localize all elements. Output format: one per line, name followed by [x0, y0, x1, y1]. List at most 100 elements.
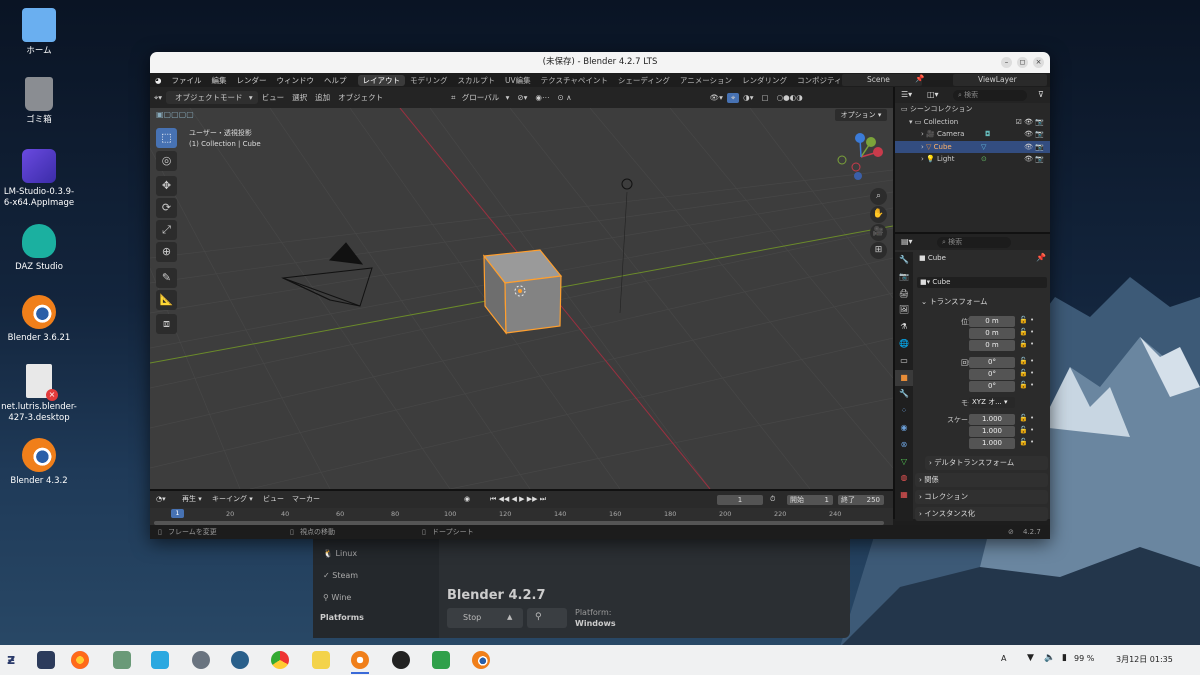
- object-tab-icon[interactable]: ■: [895, 369, 913, 387]
- run-options-button[interactable]: ⚲: [527, 608, 567, 628]
- cursor-icon[interactable]: ◎: [156, 151, 177, 171]
- zoom-icon[interactable]: ⌕: [870, 188, 887, 205]
- perspective-grid-icon[interactable]: ⊞: [870, 242, 887, 259]
- delta-transform-panel[interactable]: › デルタトランスフォーム: [925, 456, 1048, 470]
- desktop-icon-lutris-desktop[interactable]: × net.lutris.blender-427-3.desktop: [0, 364, 78, 424]
- minimize-icon[interactable]: –: [1001, 57, 1012, 68]
- scale-x-field[interactable]: 1.000: [969, 414, 1015, 425]
- lutris-sidebar-item[interactable]: 🐧 Linux: [323, 549, 357, 558]
- tab-shading[interactable]: シェーディング: [613, 75, 675, 86]
- filter-icon[interactable]: ⊽: [1038, 90, 1044, 99]
- collections-panel[interactable]: › コレクション: [915, 490, 1048, 504]
- chrome-icon[interactable]: [271, 651, 289, 669]
- menu-view[interactable]: ビュー: [258, 92, 289, 103]
- blender-icon[interactable]: [472, 651, 490, 669]
- playback-menu[interactable]: 再生 ▾: [182, 491, 202, 508]
- end-frame-field[interactable]: 終了 250: [838, 495, 884, 505]
- world-tab-icon[interactable]: 🌐: [895, 336, 913, 353]
- workspaces-icon[interactable]: [37, 651, 55, 669]
- mode-dropdown[interactable]: オブジェクトモード ▾: [166, 91, 258, 104]
- camera-view-icon[interactable]: 🎥: [870, 224, 887, 241]
- start-frame-field[interactable]: 開始 1: [787, 495, 833, 505]
- menu-add[interactable]: 追加: [311, 92, 334, 103]
- particles-tab-icon[interactable]: ⁘: [895, 403, 913, 420]
- pivot-icon[interactable]: ⊘▾: [513, 93, 531, 102]
- pan-hand-icon[interactable]: ✋: [870, 206, 887, 223]
- pin-icon[interactable]: 📌: [1036, 253, 1046, 262]
- tab-sculpt[interactable]: スカルプト: [453, 75, 501, 86]
- snap-icon[interactable]: ◉⋯: [531, 93, 553, 102]
- lutris-sidebar-item[interactable]: ✓ Steam: [323, 571, 358, 580]
- files-icon[interactable]: [113, 651, 131, 669]
- options-dropdown[interactable]: オプション ▾: [835, 109, 887, 121]
- measure-icon[interactable]: 📐: [156, 290, 177, 310]
- properties-editor-icon[interactable]: ▤▾: [901, 237, 913, 246]
- visibility-icon[interactable]: 👁▾: [706, 93, 727, 102]
- properties-search[interactable]: ⌕ 検索: [937, 237, 1011, 248]
- tab-layout[interactable]: レイアウト: [357, 74, 406, 86]
- rotation-x-field[interactable]: 0°: [969, 357, 1015, 368]
- shading-mode-icons[interactable]: ○●◐◑: [773, 93, 807, 102]
- view-layer-tab-icon[interactable]: 🖼: [895, 302, 913, 319]
- lock-icon[interactable]: 🔓 •: [1019, 316, 1034, 324]
- lock-icon[interactable]: 🔓 •: [1019, 438, 1034, 446]
- constraints-tab-icon[interactable]: ⊗: [895, 437, 913, 454]
- scale-icon[interactable]: ⤢: [156, 220, 177, 240]
- desktop-icon-blender-43[interactable]: Blender 4.3.2: [0, 438, 78, 487]
- stop-button[interactable]: Stop ▲: [447, 608, 523, 628]
- rotation-mode-dropdown[interactable]: XYZ オ... ▾: [969, 397, 1015, 408]
- close-icon[interactable]: ×: [1033, 57, 1044, 68]
- render-tab-icon[interactable]: 📷: [895, 269, 913, 286]
- texture-tab-icon[interactable]: ▦: [895, 487, 913, 504]
- menu-help[interactable]: ヘルプ: [319, 75, 352, 86]
- rotate-icon[interactable]: ⟳: [156, 198, 177, 218]
- menu-select[interactable]: 選択: [288, 92, 311, 103]
- menu-file[interactable]: ファイル: [167, 75, 207, 86]
- select-mode-icons[interactable]: ▣▢▢▢▢: [156, 110, 194, 119]
- filter-display-icon[interactable]: ◫▾: [927, 90, 939, 99]
- view-menu[interactable]: ビュー: [263, 491, 284, 508]
- outliner-search[interactable]: ⌕ 検索: [953, 90, 1027, 101]
- annotate-icon[interactable]: ✎: [156, 268, 177, 288]
- keying-menu[interactable]: キーイング ▾: [212, 491, 253, 508]
- scale-y-field[interactable]: 1.000: [969, 426, 1015, 437]
- tab-rendering[interactable]: レンダリング: [737, 75, 792, 86]
- menu-object[interactable]: オブジェクト: [334, 92, 387, 103]
- lock-icon[interactable]: 🔓 •: [1019, 414, 1034, 422]
- select-box-icon[interactable]: ⬚: [156, 128, 177, 148]
- battery-icon[interactable]: ▮: [1062, 653, 1067, 663]
- editor-type-icon[interactable]: ⌖▾: [150, 93, 166, 103]
- location-z-field[interactable]: 0 m: [969, 340, 1015, 351]
- scale-z-field[interactable]: 1.000: [969, 438, 1015, 449]
- obs-icon[interactable]: [392, 651, 410, 669]
- xray-icon[interactable]: ▢: [757, 93, 772, 102]
- tab-uv[interactable]: UV編集: [500, 75, 536, 86]
- navigation-gizmo[interactable]: [834, 130, 888, 184]
- instancing-panel[interactable]: › インスタンス化: [915, 507, 1048, 521]
- settings-gear-icon[interactable]: [192, 651, 210, 669]
- lutris-icon[interactable]: [351, 651, 369, 669]
- viewport-3d[interactable]: ユーザー・透視投影 (1) Collection | Cube ▣▢▢▢▢ オプ…: [150, 108, 893, 489]
- visibility-icons[interactable]: ☑ 👁 📷: [1016, 116, 1044, 129]
- desktop-icon-trash[interactable]: ゴミ箱: [0, 77, 78, 126]
- wifi-icon[interactable]: ▼: [1027, 653, 1034, 663]
- transform-panel-header[interactable]: ⌄ トランスフォーム: [921, 297, 987, 307]
- data-tab-icon[interactable]: ▽: [895, 454, 913, 471]
- playhead[interactable]: 1: [171, 509, 184, 518]
- blender-logo-icon[interactable]: ◕: [150, 76, 167, 85]
- clock-icon[interactable]: ◔▾: [156, 491, 166, 508]
- object-name-field[interactable]: ■▾ Cube: [917, 277, 1047, 288]
- record-icon[interactable]: ◉: [464, 491, 470, 508]
- app-menu-icon[interactable]: ƶ: [7, 651, 25, 669]
- orientation-dropdown[interactable]: ⌗ グローバル ▾: [447, 92, 513, 103]
- software-store-icon[interactable]: [151, 651, 169, 669]
- gizmo-toggle-icon[interactable]: ⌖: [726, 92, 740, 103]
- lutris-sidebar-item[interactable]: ⚲ Wine: [323, 593, 351, 602]
- keyboard-layout[interactable]: A: [1001, 654, 1006, 663]
- rotation-z-field[interactable]: 0°: [969, 381, 1015, 392]
- lock-icon[interactable]: 🔓 •: [1019, 369, 1034, 377]
- material-tab-icon[interactable]: ◍: [895, 470, 913, 487]
- modifier-tab-icon[interactable]: 🔧: [895, 386, 913, 403]
- lock-icon[interactable]: 🔓 •: [1019, 340, 1034, 348]
- marker-menu[interactable]: マーカー: [292, 491, 320, 508]
